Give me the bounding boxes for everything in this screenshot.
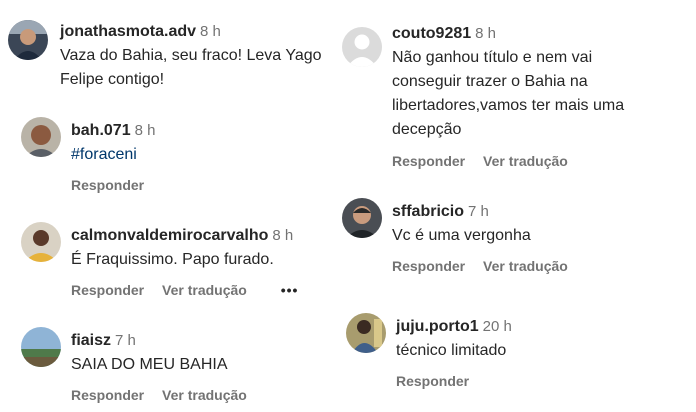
default-avatar-icon <box>342 27 382 67</box>
comment-text: Vc é uma vergonha <box>392 227 531 244</box>
reply-button[interactable]: Responder <box>396 373 469 389</box>
reply-button[interactable]: Responder <box>71 387 144 403</box>
more-options-icon[interactable]: ••• <box>281 282 299 298</box>
hashtag-link[interactable]: #foraceni <box>71 146 137 163</box>
comment-text: É Fraquissimo. Papo furado. <box>71 251 274 268</box>
comment-username[interactable]: fiaisz <box>71 332 111 349</box>
comment-text: técnico limitado <box>396 342 507 359</box>
comment-username[interactable]: juju.porto1 <box>396 318 479 335</box>
reply-button[interactable]: Responder <box>392 258 465 274</box>
comment-time[interactable]: 7 h <box>468 203 489 220</box>
comment-username[interactable]: jonathasmota.adv <box>60 23 196 40</box>
avatar-image <box>342 198 382 238</box>
comment-time[interactable]: 8 h <box>200 23 221 40</box>
avatar[interactable] <box>21 327 61 367</box>
comment-time[interactable]: 8 h <box>272 227 293 244</box>
comment-time[interactable]: 8 h <box>475 25 496 42</box>
comment-text: SAIA DO MEU BAHIA <box>71 356 228 373</box>
comment-time[interactable]: 8 h <box>135 122 156 139</box>
avatar[interactable] <box>342 27 382 67</box>
avatar-image <box>21 117 61 157</box>
translate-button[interactable]: Ver tradução <box>483 258 568 274</box>
comment-username[interactable]: bah.071 <box>71 122 131 139</box>
comment-username[interactable]: calmonvaldemirocarvalho <box>71 227 268 244</box>
comment-username[interactable]: couto9281 <box>392 25 471 42</box>
avatar-image <box>21 222 61 262</box>
comment-text: #foraceni <box>71 143 331 167</box>
avatar[interactable] <box>8 20 48 60</box>
comment-time[interactable]: 7 h <box>115 332 136 349</box>
translate-button[interactable]: Ver tradução <box>483 153 568 169</box>
comment-time[interactable]: 20 h <box>483 318 512 335</box>
reply-button[interactable]: Responder <box>71 177 144 193</box>
reply-button[interactable]: Responder <box>71 282 144 298</box>
avatar[interactable] <box>346 313 386 353</box>
avatar[interactable] <box>21 117 61 157</box>
translate-button[interactable]: Ver tradução <box>162 387 247 403</box>
comment-username[interactable]: sffabricio <box>392 203 464 220</box>
comment-text: Vaza do Bahia, seu fraco! Leva Yago Feli… <box>60 47 322 88</box>
comment-text: Não ganhou título e nem vai conseguir tr… <box>392 49 625 138</box>
avatar-image <box>8 20 48 60</box>
reply-button[interactable]: Responder <box>392 153 465 169</box>
avatar-image <box>346 313 386 353</box>
translate-button[interactable]: Ver tradução <box>162 282 247 298</box>
avatar[interactable] <box>21 222 61 262</box>
avatar[interactable] <box>342 198 382 238</box>
avatar-image <box>21 327 61 367</box>
